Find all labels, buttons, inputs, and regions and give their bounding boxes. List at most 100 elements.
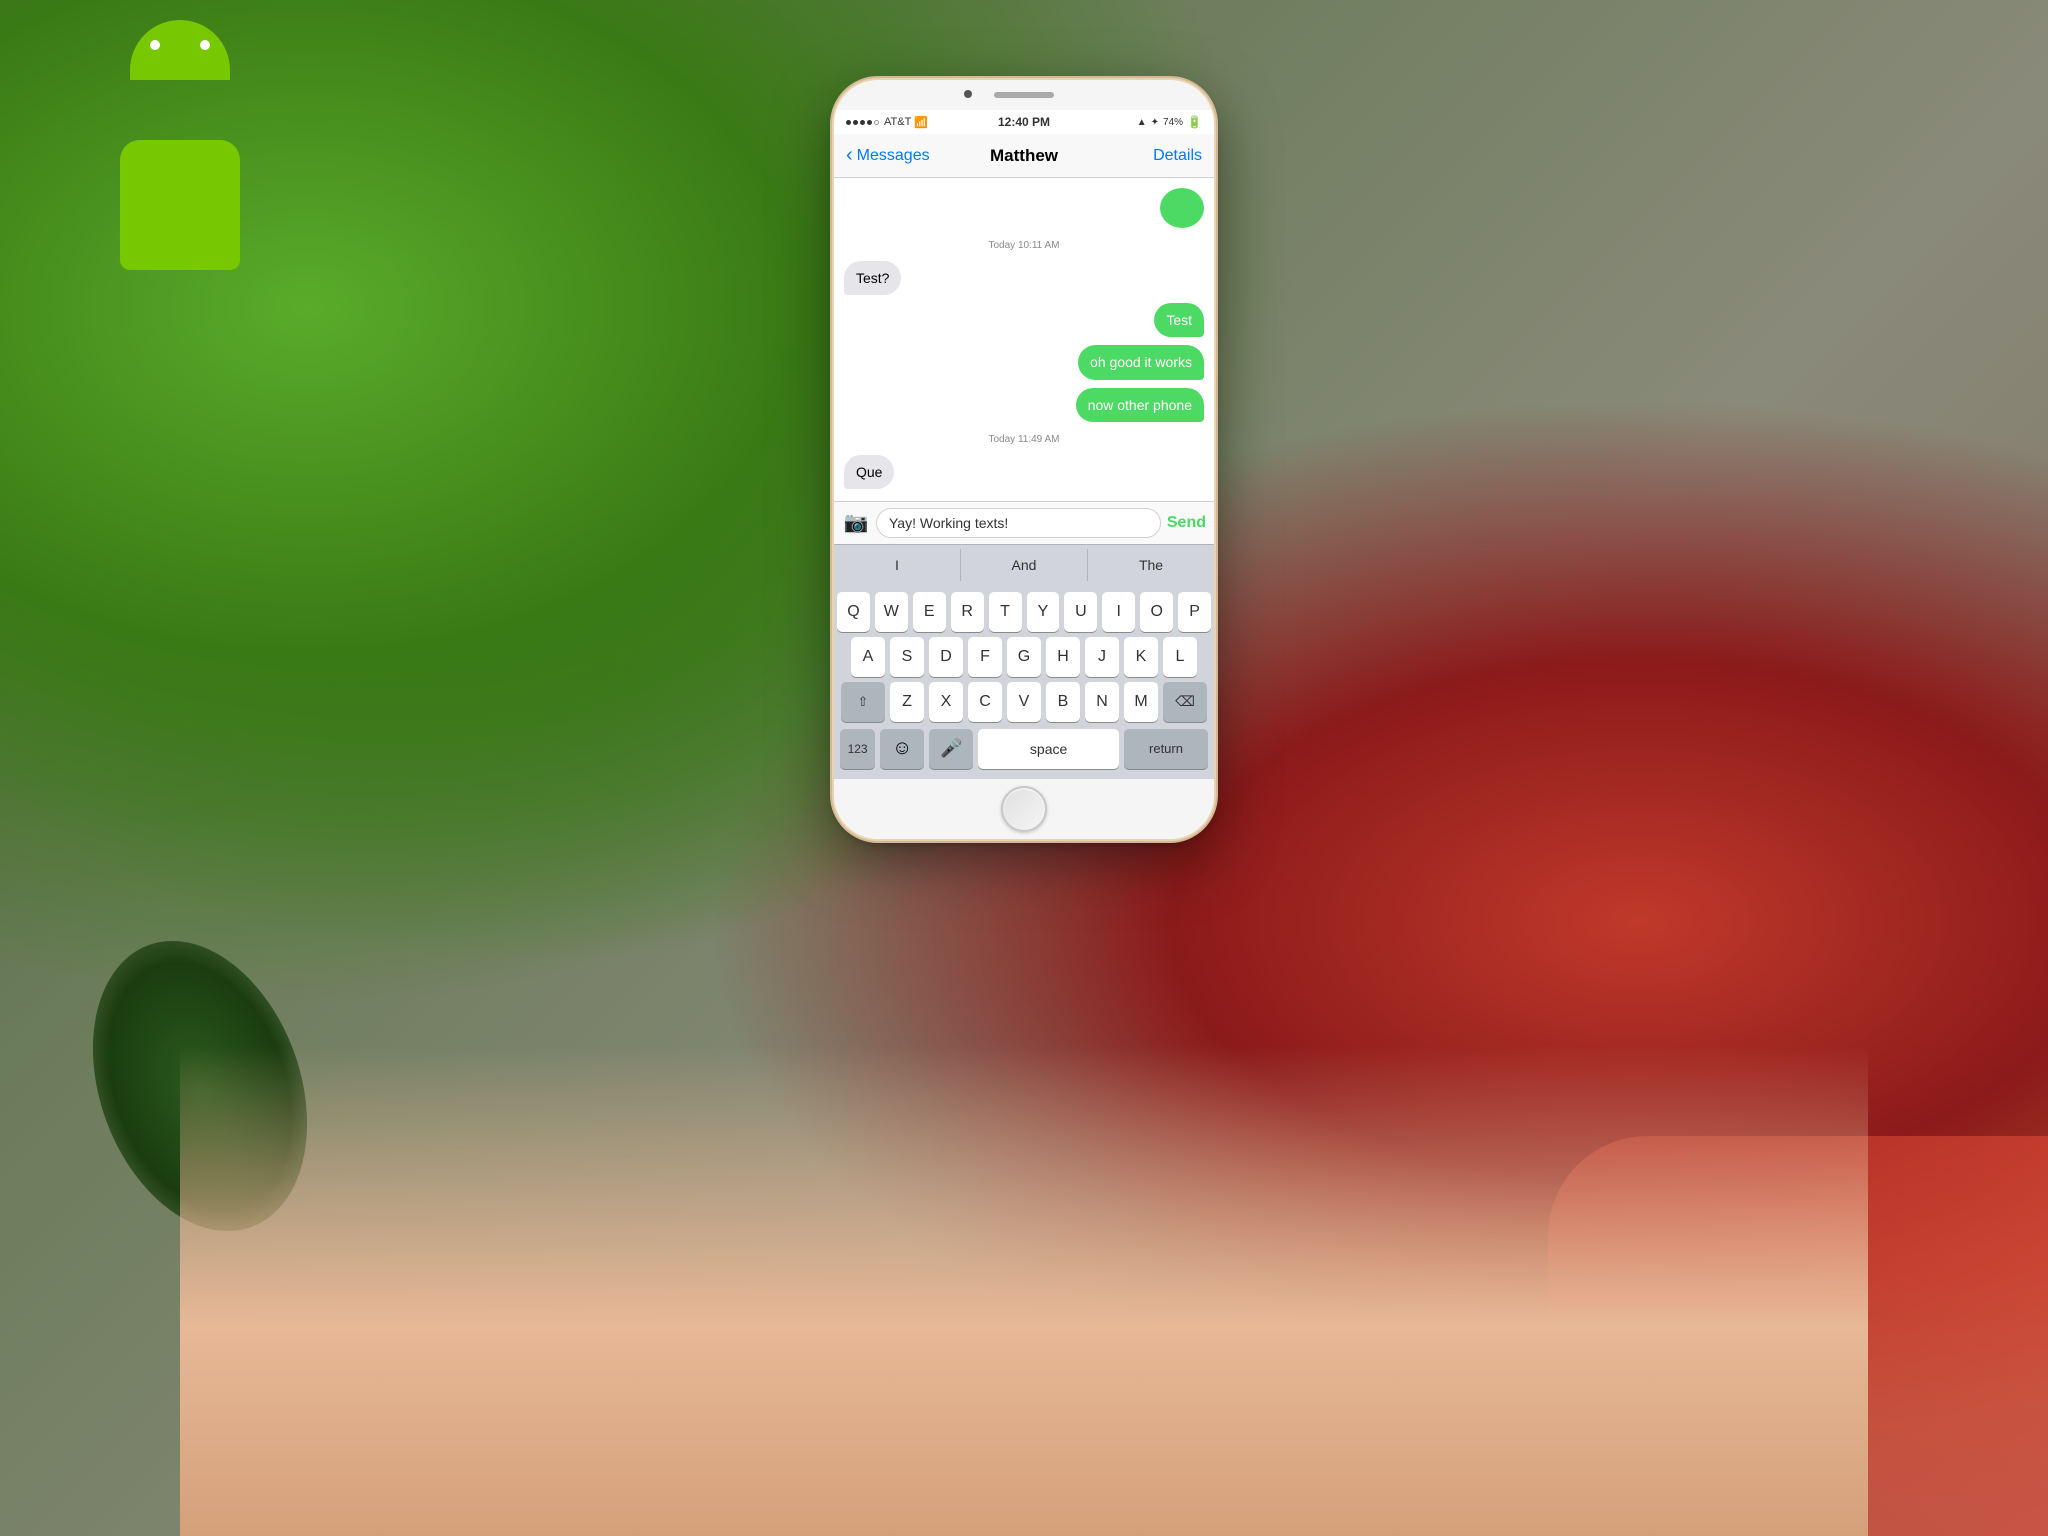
wifi-icon: 📶 [914,116,928,129]
message-row-2-sent-2: now other phone [844,388,1204,422]
key-x[interactable]: X [929,682,963,722]
bluetooth-icon: ✦ [1151,117,1159,128]
android-body [120,140,240,270]
bubble-prev [1160,188,1204,228]
phone-top [834,80,1214,110]
timestamp-2: Today 11:49 AM [844,434,1204,445]
message-row-3-received: Que [844,455,1204,489]
key-y[interactable]: Y [1027,592,1060,632]
bubble-2-sent-2: now other phone [1076,388,1204,422]
return-key[interactable]: return [1124,729,1208,769]
autocomplete-bar: I And The [834,544,1214,586]
key-s[interactable]: S [890,637,924,677]
key-n[interactable]: N [1085,682,1119,722]
carrier-label: AT&T [884,116,911,128]
android-toy [80,20,280,240]
key-t[interactable]: T [989,592,1022,632]
back-label[interactable]: Messages [857,147,930,165]
autocomplete-item-3[interactable]: The [1088,549,1214,581]
back-button[interactable]: ‹ Messages [846,144,930,167]
home-button[interactable] [1001,786,1047,832]
battery-icon: 🔋 [1187,115,1202,129]
speaker [994,92,1054,98]
nav-bar: ‹ Messages Matthew Details [834,134,1214,178]
signal-dot-1 [846,120,851,125]
key-q[interactable]: Q [837,592,870,632]
signal-dot-4 [867,120,872,125]
key-a[interactable]: A [851,637,885,677]
message-input-text: Yay! Working texts! [889,515,1008,531]
iphone-wrapper: AT&T 📶 12:40 PM ▲ ✦ 74% 🔋 ‹ Messages Mat… [834,80,1214,839]
key-f[interactable]: F [968,637,1002,677]
bubble-1-sent: Test [1154,303,1204,337]
key-z[interactable]: Z [890,682,924,722]
timestamp-1: Today 10:11 AM [844,240,1204,251]
signal-icon: ▲ [1137,117,1147,128]
keyboard-row-1: Q W E R T Y U I O P [837,592,1211,632]
camera-icon[interactable]: 📷 [842,509,870,537]
autocomplete-item-2[interactable]: And [961,549,1088,581]
bubble-1-received-text: Test? [856,270,889,286]
keyboard: Q W E R T Y U I O P A S D F G H J K [834,586,1214,779]
time-display: 12:40 PM [998,115,1050,129]
emoji-key[interactable]: ☺ [880,729,924,769]
bubble-2-sent-1: oh good it works [1078,345,1204,379]
conversation-title: Matthew [990,146,1058,166]
android-head [130,20,230,80]
key-u[interactable]: U [1064,592,1097,632]
input-area: 📷 Yay! Working texts! Send [834,501,1214,544]
bubble-2-sent-2-text: now other phone [1088,397,1192,413]
key-d[interactable]: D [929,637,963,677]
key-v[interactable]: V [1007,682,1041,722]
bubble-1-received: Test? [844,261,901,295]
key-p[interactable]: P [1178,592,1211,632]
back-chevron-icon: ‹ [846,144,853,167]
key-m[interactable]: M [1124,682,1158,722]
message-row-prev [844,188,1204,228]
keyboard-row-2: A S D F G H J K L [837,637,1211,677]
signal-dot-5 [874,120,879,125]
keyboard-bottom-row: 123 ☺ 🎤 space return [837,727,1211,775]
autocomplete-item-1[interactable]: I [834,549,961,581]
bubble-3-received: Que [844,455,894,489]
message-input[interactable]: Yay! Working texts! [876,508,1161,538]
front-camera [964,90,972,98]
key-j[interactable]: J [1085,637,1119,677]
mic-key[interactable]: 🎤 [929,729,973,769]
iphone: AT&T 📶 12:40 PM ▲ ✦ 74% 🔋 ‹ Messages Mat… [834,80,1214,839]
message-row-2-sent-1: oh good it works [844,345,1204,379]
status-right: ▲ ✦ 74% 🔋 [1137,115,1202,129]
key-l[interactable]: L [1163,637,1197,677]
details-button[interactable]: Details [1153,147,1202,165]
status-bar: AT&T 📶 12:40 PM ▲ ✦ 74% 🔋 [834,110,1214,134]
phone-bottom [834,779,1214,839]
android-right-eye [200,40,210,50]
battery-percent: 74% [1163,117,1183,128]
signal-dots [846,120,879,125]
bubble-2-sent-1-text: oh good it works [1090,354,1192,370]
key-c[interactable]: C [968,682,1002,722]
key-i[interactable]: I [1102,592,1135,632]
key-k[interactable]: K [1124,637,1158,677]
message-row-1-sent: Test [844,303,1204,337]
bubble-3-received-text: Que [856,464,882,480]
key-e[interactable]: E [913,592,946,632]
status-left: AT&T 📶 [846,116,928,129]
keyboard-row-3: ⇧ Z X C V B N M ⌫ [837,682,1211,722]
number-key[interactable]: 123 [840,729,875,769]
send-button[interactable]: Send [1167,514,1206,532]
key-b[interactable]: B [1046,682,1080,722]
key-g[interactable]: G [1007,637,1041,677]
key-o[interactable]: O [1140,592,1173,632]
delete-key[interactable]: ⌫ [1163,682,1207,722]
messages-area: Today 10:11 AM Test? Test oh good it wor… [834,178,1214,501]
key-r[interactable]: R [951,592,984,632]
key-w[interactable]: W [875,592,908,632]
signal-dot-3 [860,120,865,125]
shift-key[interactable]: ⇧ [841,682,885,722]
key-h[interactable]: H [1046,637,1080,677]
android-left-eye [150,40,160,50]
signal-dot-2 [853,120,858,125]
bubble-1-sent-text: Test [1166,312,1192,328]
space-key[interactable]: space [978,729,1119,769]
